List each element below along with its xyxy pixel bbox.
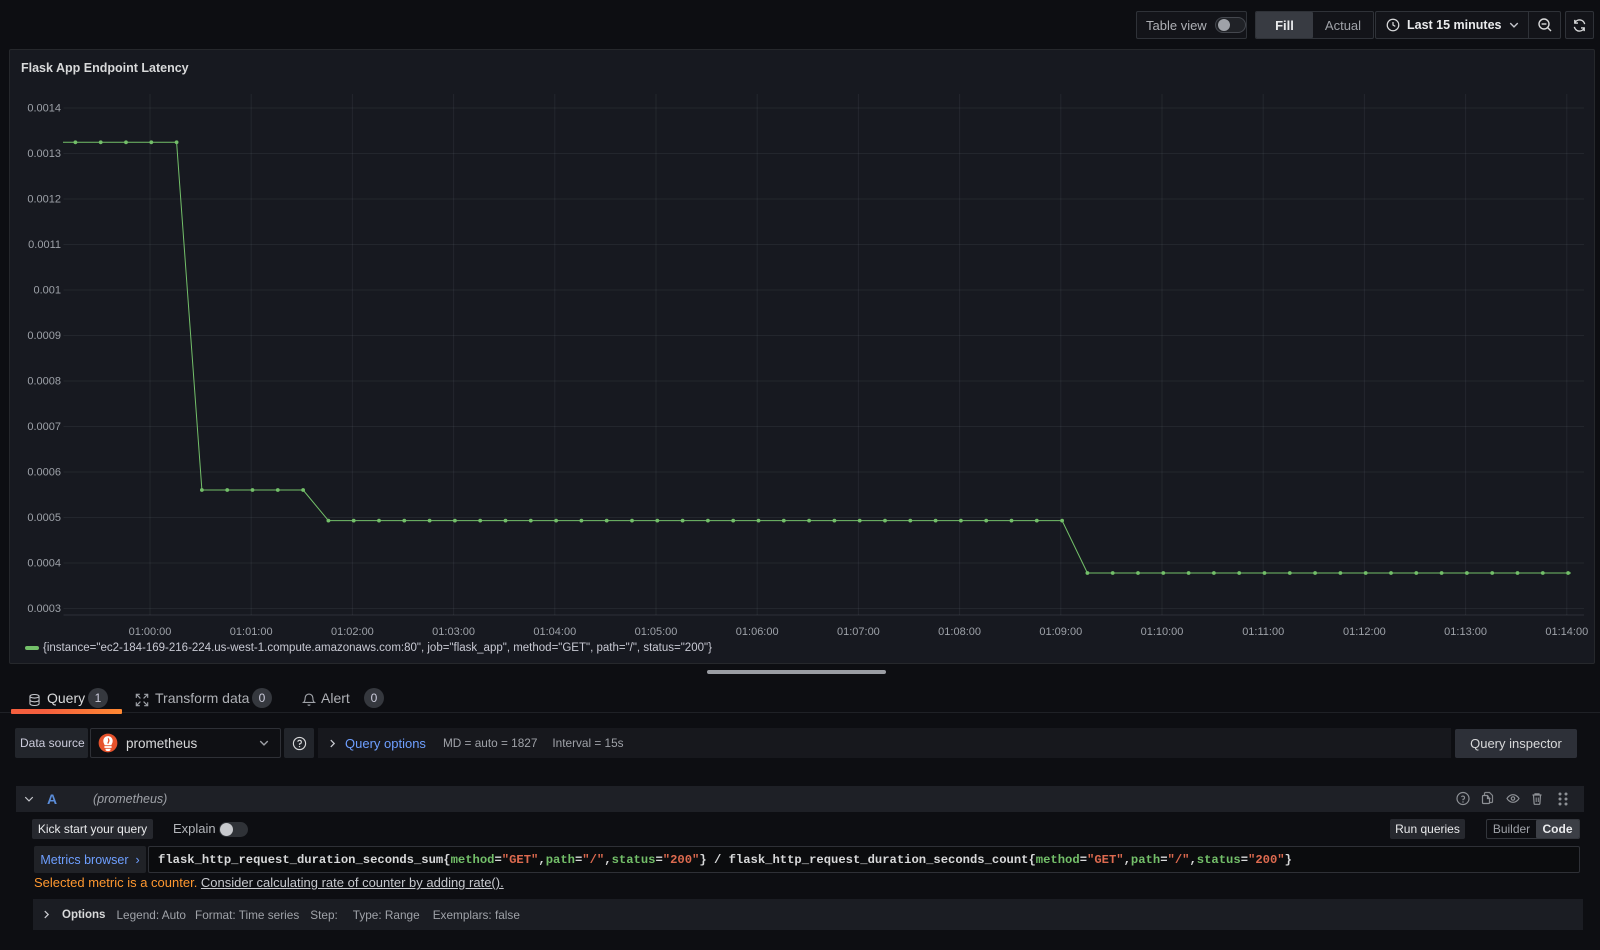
svg-text:0.0006: 0.0006 <box>27 467 61 479</box>
svg-text:01:00:00: 01:00:00 <box>129 626 172 638</box>
svg-text:01:04:00: 01:04:00 <box>533 626 576 638</box>
svg-text:01:05:00: 01:05:00 <box>635 626 678 638</box>
svg-text:01:13:00: 01:13:00 <box>1444 626 1487 638</box>
svg-text:01:09:00: 01:09:00 <box>1039 626 1082 638</box>
svg-text:01:08:00: 01:08:00 <box>938 626 981 638</box>
svg-text:0.0008: 0.0008 <box>27 376 61 388</box>
svg-text:0.001: 0.001 <box>33 285 61 297</box>
svg-text:0.0009: 0.0009 <box>27 330 61 342</box>
svg-text:01:10:00: 01:10:00 <box>1141 626 1184 638</box>
svg-text:0.0003: 0.0003 <box>27 603 61 615</box>
svg-text:01:14:00: 01:14:00 <box>1545 626 1588 638</box>
svg-text:0.0007: 0.0007 <box>27 421 61 433</box>
svg-text:0.0012: 0.0012 <box>27 194 61 206</box>
svg-text:01:03:00: 01:03:00 <box>432 626 475 638</box>
svg-text:0.0013: 0.0013 <box>27 148 61 160</box>
svg-text:0.0004: 0.0004 <box>27 558 61 570</box>
svg-text:01:02:00: 01:02:00 <box>331 626 374 638</box>
svg-text:01:11:00: 01:11:00 <box>1242 626 1284 638</box>
svg-text:0.0014: 0.0014 <box>27 103 61 115</box>
svg-text:0.0005: 0.0005 <box>27 512 61 524</box>
svg-text:01:01:00: 01:01:00 <box>230 626 273 638</box>
svg-text:0.0011: 0.0011 <box>28 239 61 251</box>
svg-text:01:12:00: 01:12:00 <box>1343 626 1386 638</box>
svg-text:01:06:00: 01:06:00 <box>736 626 779 638</box>
svg-text:01:07:00: 01:07:00 <box>837 626 880 638</box>
